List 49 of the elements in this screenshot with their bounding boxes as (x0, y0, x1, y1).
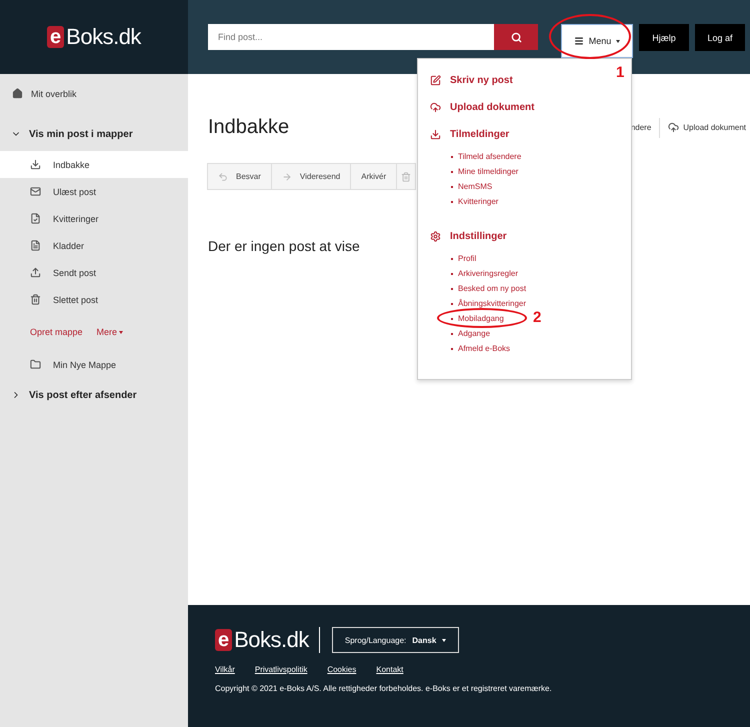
search-field[interactable]: Find post... (208, 24, 494, 50)
sidebar-item[interactable]: Kladder (0, 232, 188, 259)
section-toggle[interactable]: Vis min post i mapper (0, 117, 188, 151)
logo-text: Boks.dk (66, 24, 141, 50)
annotation-number: 2 (533, 309, 542, 326)
page-title: Indbakke (208, 116, 290, 139)
menu-link[interactable]: Profil (458, 254, 476, 263)
footer-link[interactable]: Cookies (327, 665, 356, 674)
overview-link[interactable]: Mit overblik (0, 80, 188, 107)
sidebar-item[interactable]: Kvitteringer (0, 205, 188, 232)
footer-link[interactable]: Privatlivspolitik (254, 665, 308, 674)
menu-link[interactable]: Mine tilmeldinger (458, 167, 518, 176)
menu-link[interactable]: Mobiladgang (458, 314, 504, 323)
folder-action-link[interactable]: Opret mappe (30, 327, 83, 337)
menu-button[interactable]: Menu (561, 24, 633, 58)
empty-message: Der er ingen post at vise (208, 238, 361, 254)
sidebar-item[interactable]: Sendt post (0, 259, 188, 286)
menu-link[interactable]: Arkiveringsregler (458, 269, 518, 278)
menu-link[interactable]: Afmeld e-Boks (458, 344, 510, 353)
menu-heading-link[interactable]: Indstillinger (430, 229, 619, 243)
menu-link[interactable]: NemSMS (458, 182, 492, 191)
logo-mark: e (215, 629, 232, 651)
section-toggle[interactable]: Vis post efter afsender (0, 378, 188, 412)
footer-link[interactable]: Vilkår (215, 665, 235, 674)
folder-action-link[interactable]: Mere (96, 327, 124, 337)
header-button[interactable]: Hjælp (639, 24, 689, 51)
action-link[interactable]: Upload dokument (668, 122, 746, 133)
menu-link[interactable]: Kvitteringer (458, 197, 498, 206)
toolbar-button[interactable]: Besvar (207, 163, 272, 190)
menu-heading-link[interactable]: Upload dokument (430, 100, 619, 114)
header-button[interactable]: Log af (695, 24, 745, 51)
menu-heading-link[interactable]: Skriv ny post (430, 73, 619, 87)
menu-link[interactable]: Adgange (458, 329, 490, 338)
menu-link[interactable]: Besked om ny post (458, 284, 526, 293)
footer-link[interactable]: Kontakt (376, 665, 404, 674)
logo-text: Boks.dk (234, 627, 309, 653)
menu-link[interactable]: Åbningskvitteringer (458, 299, 526, 308)
copyright-text: Copyright © 2021 e-Boks A/S. Alle rettigheder forbeholdes. e-Boks er et registreret varemærke. (215, 684, 553, 693)
logo-mark: e (47, 26, 64, 48)
language-button[interactable]: Sprog/Language: Dansk (332, 627, 460, 653)
menu-link[interactable]: Tilmeld afsendere (458, 152, 522, 161)
toolbar-button[interactable]: Arkivér (350, 163, 398, 190)
toolbar-button[interactable]: Videresend (270, 163, 352, 190)
sidebar-item[interactable]: Slettet post (0, 286, 188, 313)
annotation-number: 1 (616, 64, 624, 81)
sidebar-item[interactable]: Ulæst post (0, 178, 188, 205)
sidebar-item[interactable]: Indbakke (0, 151, 188, 178)
menu-heading-link[interactable]: Tilmeldinger (430, 127, 619, 141)
folder-item[interactable]: Min Nye Mappe (0, 351, 188, 378)
